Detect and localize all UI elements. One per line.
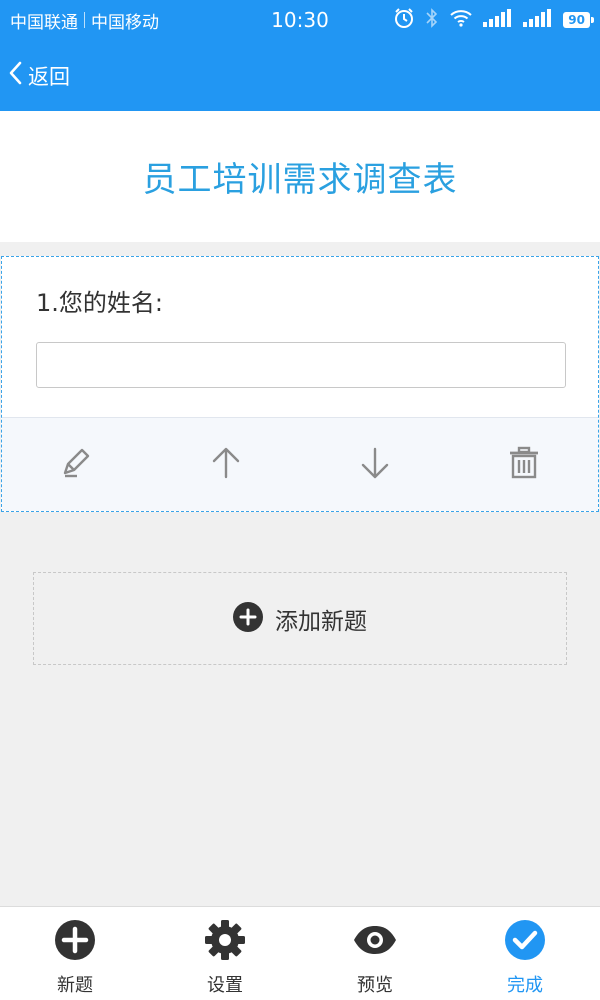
tab-settings[interactable]: 设置 <box>150 907 300 1000</box>
nav-bar: 返回 <box>0 40 600 111</box>
delete-question-button[interactable] <box>449 418 598 511</box>
battery-icon: 90 <box>563 12 594 28</box>
move-up-icon <box>208 445 244 485</box>
page-title[interactable]: 员工培训需求调查表 <box>143 152 458 201</box>
tab-label: 设置 <box>207 975 243 996</box>
tab-preview[interactable]: 预览 <box>300 907 450 1000</box>
question-card[interactable]: 1.您的姓名: <box>1 256 599 512</box>
tab-new-question[interactable]: 新题 <box>0 907 150 1000</box>
wifi-icon <box>449 9 473 32</box>
delete-icon <box>506 445 542 485</box>
tab-label: 完成 <box>507 975 543 996</box>
signal-icon <box>483 8 513 32</box>
tab-label: 预览 <box>357 975 393 996</box>
back-button[interactable]: 返回 <box>8 61 70 91</box>
question-toolbar <box>2 417 598 511</box>
move-down-icon <box>357 445 393 485</box>
carrier-info: 中国联通 中国移动 <box>10 8 159 33</box>
eye-icon <box>352 919 398 965</box>
status-icons: 90 <box>393 7 594 34</box>
back-label: 返回 <box>28 64 70 89</box>
question-body: 1.您的姓名: <box>2 257 598 417</box>
carrier-name-2: 中国移动 <box>91 12 159 33</box>
survey-title-area: 员工培训需求调查表 <box>0 111 600 242</box>
signal-icon <box>523 8 553 32</box>
add-question-button[interactable]: 添加新题 <box>33 572 567 665</box>
tab-done[interactable]: 完成 <box>450 907 600 1000</box>
tab-label: 新题 <box>57 975 93 996</box>
check-circle-icon <box>504 919 546 965</box>
alarm-icon <box>393 7 415 34</box>
carrier-name-1: 中国联通 <box>10 12 78 33</box>
question-label: 1.您的姓名: <box>36 289 163 317</box>
status-bar: 中国联通 中国移动 10:30 90 <box>0 0 600 40</box>
name-input[interactable] <box>36 342 566 388</box>
bluetooth-icon <box>425 7 439 33</box>
carrier-separator <box>84 12 85 28</box>
move-down-button[interactable] <box>300 418 449 511</box>
chevron-left-icon <box>8 61 22 90</box>
edit-icon <box>59 445 95 485</box>
add-circle-icon <box>54 919 96 965</box>
add-circle-icon <box>233 601 263 636</box>
add-question-label: 添加新题 <box>275 608 367 635</box>
bottom-tab-bar: 新题 设置 预览 完成 <box>0 906 600 1000</box>
move-up-button[interactable] <box>151 418 300 511</box>
edit-question-button[interactable] <box>2 418 151 511</box>
gear-icon <box>204 919 246 965</box>
